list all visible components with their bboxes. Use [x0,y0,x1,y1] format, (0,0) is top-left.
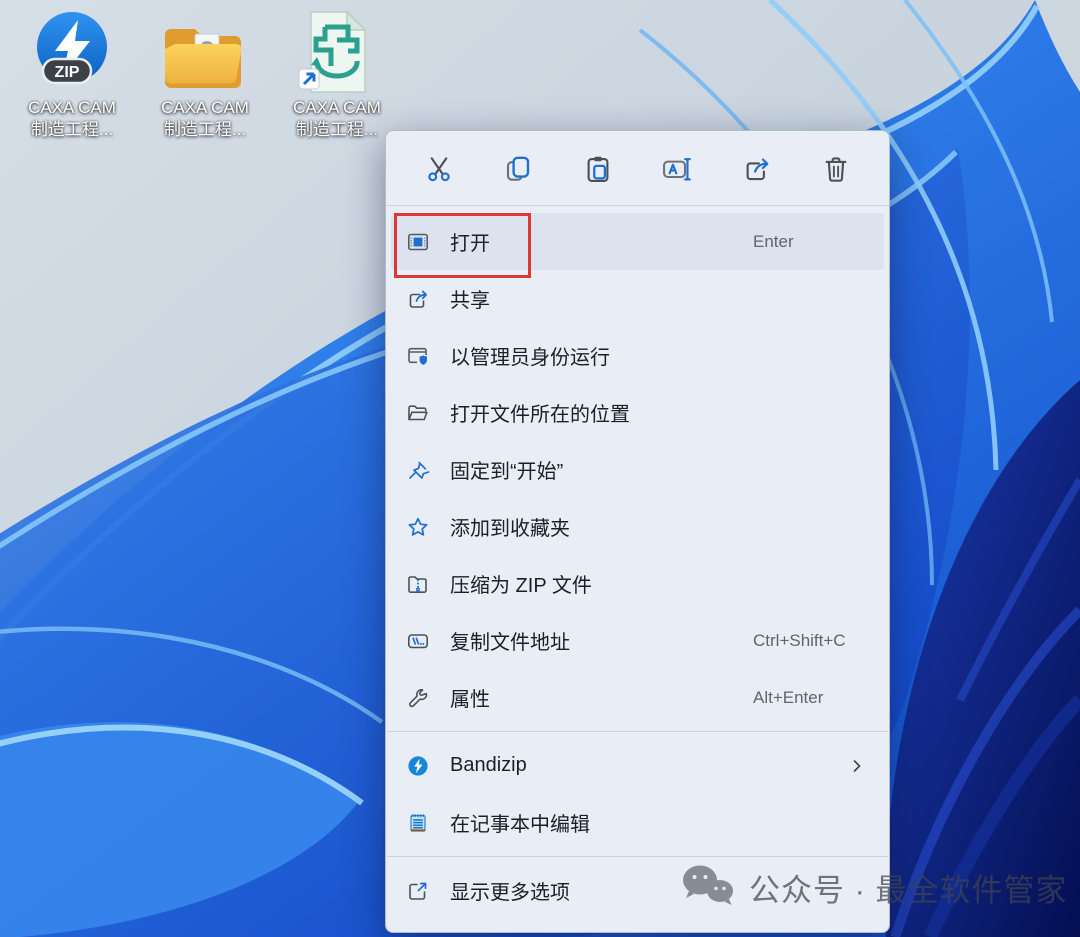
bandizip-zip-file-icon: ZIP [6,5,138,97]
menu-item-pin-to-start[interactable]: 固定到“开始” [391,441,884,498]
menu-item-edit-in-notepad[interactable]: 在记事本中编辑 [391,794,884,851]
menu-item-add-to-favorites[interactable]: 添加到收藏夹 [391,498,884,555]
svg-text:ZIP: ZIP [55,64,80,81]
desktop-icon-folder[interactable]: CAXA CAM 制造工程... [139,5,271,141]
separator [387,856,888,857]
context-menu-items: 打开 Enter 共享 以管理员身份运行 打开文件所在的位置 固定到“开始” 添… [386,206,889,919]
icon-label-line2: 制造工程... [163,119,247,139]
menu-item-share[interactable]: 共享 [391,270,884,327]
menu-item-run-as-admin[interactable]: 以管理员身份运行 [391,327,884,384]
folder-icon [139,5,271,97]
icon-label-line1: CAXA CAM [293,98,381,117]
desktop: ZIP CAXA CAM 制造工程... CAXA CAM 制造工程... CA… [0,0,1080,937]
menu-item-label: 属性 [450,689,490,711]
icon-label-line1: CAXA CAM [161,98,249,117]
menu-item-properties[interactable]: 属性 Alt+Enter [391,669,884,726]
copy-path-icon [406,629,430,653]
menu-item-compress-to-zip[interactable]: 压缩为 ZIP 文件 [391,555,884,612]
menu-item-label: 以管理员身份运行 [450,347,610,369]
context-menu-icon-bar [386,131,889,205]
menu-item-label: 在记事本中编辑 [450,814,590,836]
share-icon[interactable] [736,148,778,190]
bandizip-icon [406,754,430,778]
share-icon [406,287,430,311]
menu-item-label: 添加到收藏夹 [450,518,570,540]
menu-item-shortcut: Enter [753,231,794,251]
rename-icon[interactable] [656,148,698,190]
pin-icon [406,458,430,482]
menu-item-label: 固定到“开始” [450,461,564,483]
caxa-document-icon [271,5,403,97]
open-icon [406,230,430,254]
menu-item-open-file-location[interactable]: 打开文件所在的位置 [391,384,884,441]
menu-item-label: Bandizip [450,754,527,776]
paste-icon[interactable] [577,148,619,190]
menu-item-label: 复制文件地址 [450,632,570,654]
menu-item-bandizip[interactable]: Bandizip [391,737,884,794]
icon-label-line1: CAXA CAM [28,98,116,117]
separator [387,731,888,732]
zip-folder-icon [406,572,430,596]
copy-icon[interactable] [497,148,539,190]
notepad-icon [406,811,430,835]
show-more-options-icon [406,879,430,903]
icon-label-line2: 制造工程... [295,119,379,139]
menu-item-label: 共享 [450,290,490,312]
menu-item-shortcut: Alt+Enter [753,687,824,707]
wrench-icon [406,686,430,710]
menu-item-open[interactable]: 打开 Enter [391,213,884,270]
cut-icon[interactable] [418,148,460,190]
submenu-chevron-icon [849,758,865,774]
menu-item-label: 压缩为 ZIP 文件 [450,575,592,597]
icon-label-line2: 制造工程... [30,119,114,139]
menu-item-shortcut: Ctrl+Shift+C [753,630,846,650]
desktop-icon-zip-archive[interactable]: ZIP CAXA CAM 制造工程... [6,5,138,141]
delete-icon[interactable] [815,148,857,190]
menu-item-label: 打开文件所在的位置 [450,404,630,426]
desktop-icon-caxa-shortcut[interactable]: CAXA CAM 制造工程... [271,5,403,141]
run-as-admin-icon [406,344,430,368]
menu-item-show-more-options[interactable]: 显示更多选项 [391,862,884,919]
menu-item-label: 打开 [450,233,490,255]
context-menu: 打开 Enter 共享 以管理员身份运行 打开文件所在的位置 固定到“开始” 添… [385,130,890,933]
menu-item-copy-file-path[interactable]: 复制文件地址 Ctrl+Shift+C [391,612,884,669]
menu-item-label: 显示更多选项 [450,882,570,904]
star-icon [406,515,430,539]
folder-open-icon [406,401,430,425]
